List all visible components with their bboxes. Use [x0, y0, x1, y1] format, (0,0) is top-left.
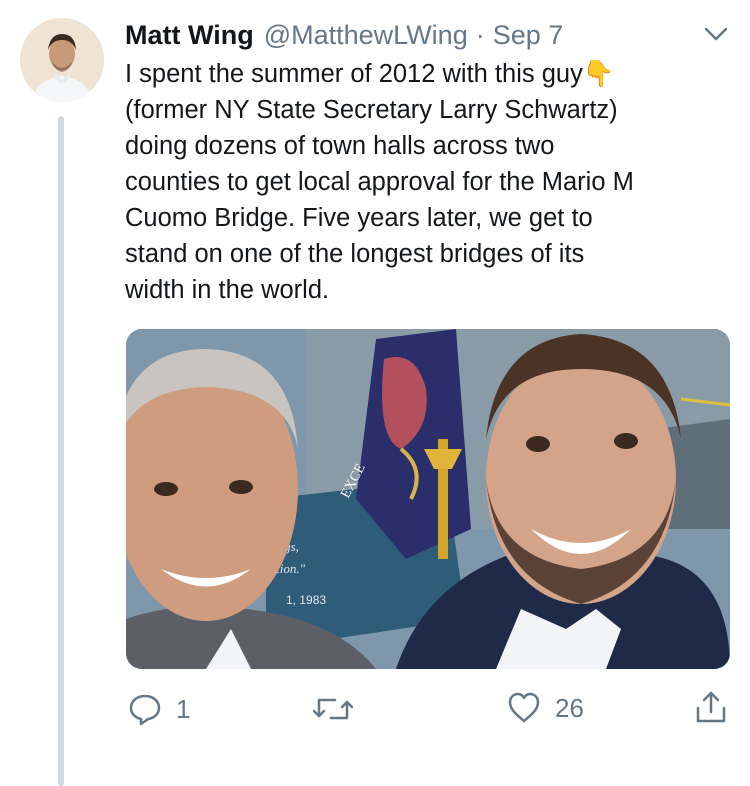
selfie-photo: ings, iation." 1, 1983 EXCE	[126, 329, 730, 669]
reply-button[interactable]: 1	[128, 692, 190, 726]
reply-icon	[129, 694, 161, 726]
thread-line	[58, 116, 64, 786]
heart-icon	[508, 692, 540, 723]
tweet-header: Matt Wing @MatthewLWing · Sep 7	[125, 18, 730, 52]
like-count: 26	[555, 692, 584, 723]
tweet-actions: 1 26	[0, 690, 750, 730]
avatar[interactable]	[20, 18, 104, 102]
like-button[interactable]: 26	[507, 692, 584, 724]
chevron-down-icon[interactable]	[702, 22, 730, 46]
separator-dot: ·	[475, 19, 485, 50]
retweet-button[interactable]	[313, 694, 353, 724]
tweet-date[interactable]: Sep 7	[493, 20, 564, 51]
tweet-text: I spent the summer of 2012 with this guy…	[125, 60, 634, 304]
retweet-icon	[313, 698, 353, 720]
sign-text-3: 1, 1983	[286, 593, 326, 607]
author-handle[interactable]: @MatthewLWing	[264, 20, 468, 51]
share-button[interactable]	[695, 690, 727, 724]
share-icon	[696, 691, 726, 723]
avatar-image	[20, 18, 104, 102]
reply-count: 1	[176, 693, 191, 724]
tweet-photo[interactable]: ings, iation." 1, 1983 EXCE	[126, 329, 730, 669]
author-display-name[interactable]: Matt Wing	[125, 20, 254, 51]
